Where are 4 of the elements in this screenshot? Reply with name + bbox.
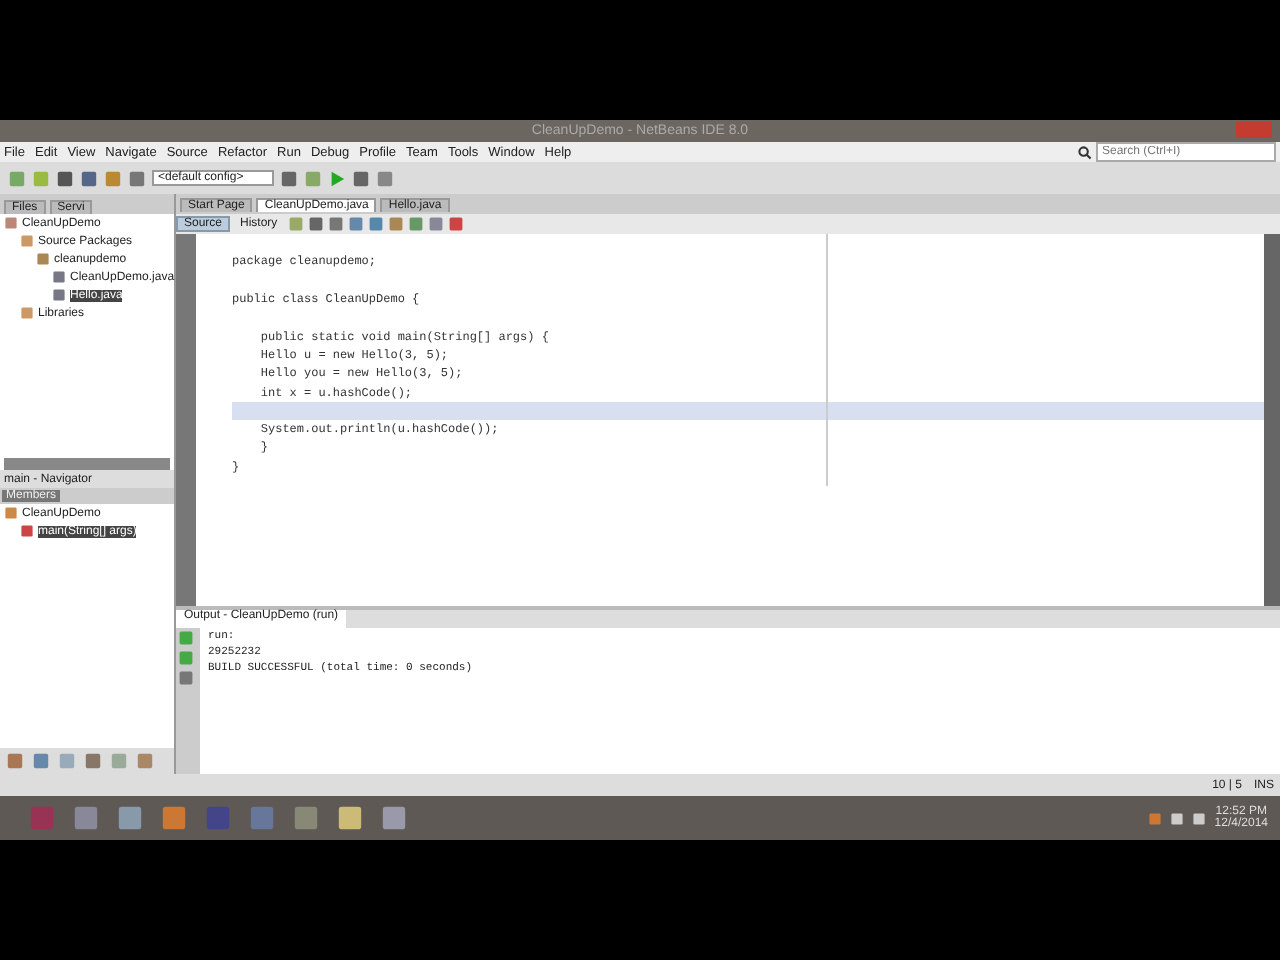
search-icon[interactable] [1078, 145, 1092, 159]
scrollbar[interactable] [1264, 234, 1280, 606]
run-icon[interactable] [328, 169, 346, 187]
scrollbar[interactable] [4, 458, 170, 470]
